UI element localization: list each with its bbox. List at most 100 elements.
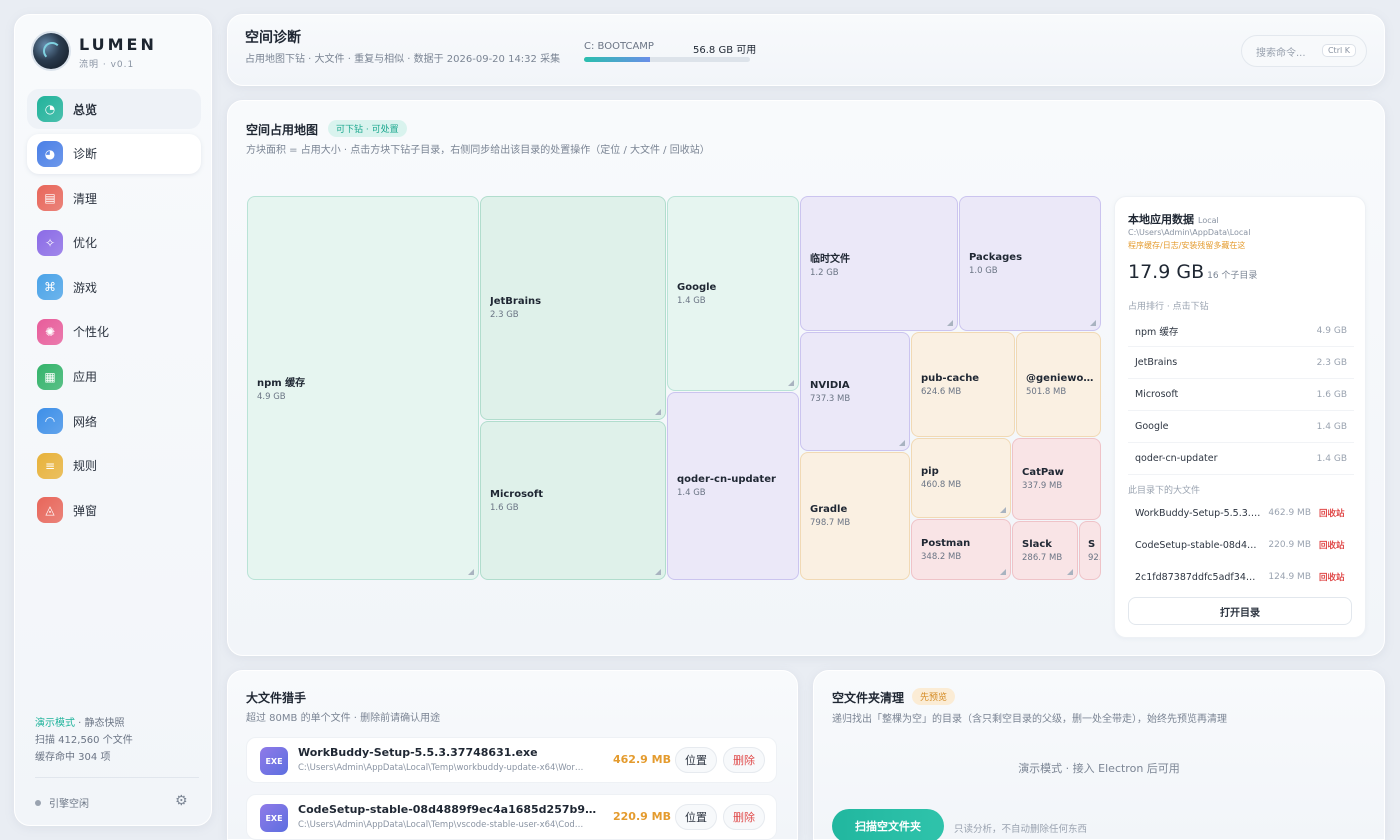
drilldown-corner-icon: [1090, 320, 1096, 326]
delete-button[interactable]: 删除: [723, 804, 765, 830]
tile-name: pub-cache: [921, 372, 980, 384]
sidebar-item-4[interactable]: ⌘ 游戏: [27, 267, 201, 307]
sidebar-item-label: 弹窗: [73, 503, 98, 518]
locate-button[interactable]: 位置: [675, 747, 717, 773]
detail-title-text: 本地应用数据: [1128, 213, 1194, 226]
delete-button[interactable]: 删除: [723, 747, 765, 773]
sidebar-item-3[interactable]: ✧ 优化: [27, 223, 201, 263]
treemap-tile[interactable]: pub-cache 624.6 MB: [911, 332, 1015, 437]
rank-row[interactable]: qoder-cn-updater 1.4 GB: [1128, 443, 1354, 475]
sidebar: LUMEN 流明 · v0.1 ◔ 总览 ◕ 诊断 ▤ 清理 ✧ 优化 ⌘ 游戏 ✺ 个性化 ▦ 应用 ◠ 网…: [14, 14, 212, 826]
status-dot-icon: [35, 799, 41, 806]
rank-size: 4.9 GB: [1316, 325, 1347, 336]
tile-size: 1.4 GB: [677, 488, 706, 498]
treemap-tile[interactable]: Microsoft 1.6 GB: [480, 421, 666, 580]
sidebar-item-8[interactable]: ≡ 规则: [27, 446, 201, 486]
treemap-tile[interactable]: Postman 348.2 MB: [911, 519, 1011, 580]
rank-row[interactable]: Google 1.4 GB: [1128, 411, 1354, 443]
rank-list: npm 缓存 4.9 GB JetBrains 2.3 GB Microsoft 1.6 …: [1128, 315, 1354, 475]
rank-size: 2.3 GB: [1316, 357, 1347, 368]
speedometer-icon: ◔: [37, 96, 63, 122]
sidebar-item-1[interactable]: ◕ 诊断: [27, 133, 201, 174]
drilldown-corner-icon: [655, 409, 661, 415]
tile-size: 1.6 GB: [490, 502, 519, 513]
treemap-tile[interactable]: CatPaw 337.9 MB: [1012, 438, 1101, 520]
sidebar-item-5[interactable]: ✺ 个性化: [27, 312, 201, 352]
tile-name: Google: [677, 281, 717, 293]
treemap-tile[interactable]: pip 460.8 MB: [911, 438, 1011, 518]
scan-empty-folders-button[interactable]: 扫描空文件夹: [832, 809, 944, 840]
tile-name: qoder-cn-updater: [677, 474, 776, 485]
brand-subtitle: 流明 · v0.1: [79, 60, 135, 70]
sidebar-nav: ◔ 总览 ◕ 诊断 ▤ 清理 ✧ 优化 ⌘ 游戏 ✺ 个性化 ▦ 应用 ◠ 网络 ≡ 规则 ◬ 弹窗: [27, 89, 201, 535]
recycle-button[interactable]: 回收站: [1319, 571, 1345, 583]
open-folder-button[interactable]: 打开目录: [1128, 597, 1352, 625]
engine-status: 引擎空闲: [35, 795, 89, 810]
tile-size: 460.8 MB: [921, 480, 962, 490]
detail-path: C:\Users\Admin\AppData\Local: [1128, 228, 1251, 237]
sidebar-item-label: 诊断: [73, 147, 98, 162]
shortcut-badge: Ctrl K: [1321, 44, 1356, 57]
treemap-tile[interactable]: Gradle 798.7 MB: [800, 452, 910, 580]
tile-name: CatPaw: [1022, 467, 1064, 478]
detail-big-file-row: CodeSetup-stable-08d48… 220.9 MB 回收站: [1128, 529, 1354, 561]
tile-name: @geniewo…: [1026, 372, 1094, 384]
recycle-button[interactable]: 回收站: [1319, 507, 1345, 519]
sidebar-item-label: 规则: [73, 459, 98, 474]
exe-file-icon: EXE: [260, 747, 288, 775]
treemap-tile[interactable]: NVIDIA 737.3 MB: [800, 332, 910, 451]
locate-button[interactable]: 位置: [675, 804, 717, 830]
rank-size: 1.6 GB: [1316, 389, 1347, 400]
demo-mode-label: 演示模式: [35, 718, 75, 729]
rank-row[interactable]: Microsoft 1.6 GB: [1128, 379, 1354, 411]
bell-off-icon: ◬: [37, 497, 63, 524]
detail-title: 本地应用数据 Local: [1128, 211, 1219, 227]
treemap-tile[interactable]: S 92.… MB: [1079, 521, 1101, 580]
sidebar-item-9[interactable]: ◬ 弹窗: [27, 490, 201, 530]
file-size: 462.9 MB: [613, 753, 671, 766]
folder-detail-card: 本地应用数据 Local C:\Users\Admin\AppData\Local…: [1114, 196, 1366, 638]
pie-chart-icon: ◕: [37, 140, 63, 167]
tile-size: 92.… MB: [1088, 552, 1100, 563]
drive-usage-fill: [584, 57, 651, 62]
rank-row[interactable]: npm 缓存 4.9 GB: [1128, 315, 1354, 347]
tile-size: 1.2 GB: [810, 267, 839, 278]
empty-folder-title: 空文件夹清理: [832, 691, 905, 705]
treemap-tile[interactable]: Google 1.4 GB: [667, 196, 799, 391]
tile-size: 798.7 MB: [810, 518, 851, 528]
brand-name: LUMEN: [79, 35, 157, 54]
big-file-name: CodeSetup-stable-08d48…: [1135, 539, 1261, 551]
treemap-tile[interactable]: qoder-cn-updater 1.4 GB: [667, 392, 799, 580]
rank-row[interactable]: JetBrains 2.3 GB: [1128, 347, 1354, 379]
tile-size: 1.4 GB: [677, 295, 706, 306]
treemap-tile[interactable]: 临时文件 1.2 GB: [800, 196, 958, 331]
treemap-tile[interactable]: Packages 1.0 GB: [959, 196, 1101, 331]
rank-size: 1.4 GB: [1316, 421, 1347, 432]
wifi-icon: ◠: [37, 408, 63, 435]
recycle-button[interactable]: 回收站: [1319, 539, 1345, 551]
sidebar-item-6[interactable]: ▦ 应用: [27, 357, 201, 397]
treemap-tile[interactable]: npm 缓存 4.9 GB: [247, 196, 479, 580]
rank-name: Google: [1135, 421, 1169, 432]
command-search-input[interactable]: 搜索命令... Ctrl K: [1241, 35, 1367, 67]
sidebar-item-2[interactable]: ▤ 清理: [27, 178, 201, 218]
sidebar-item-0[interactable]: ◔ 总览: [27, 89, 201, 129]
treemap-tile[interactable]: @geniewo… 501.8 MB: [1016, 332, 1101, 437]
treemap-tile[interactable]: JetBrains 2.3 GB: [480, 196, 666, 420]
gear-icon[interactable]: ⚙: [175, 793, 188, 809]
drilldown-corner-icon: [899, 440, 905, 446]
detail-big-file-row: 2c1fd87387ddfc5adf345d… 124.9 MB 回收站: [1128, 561, 1354, 593]
scanned-count: 扫描 412,560 个文件: [35, 735, 133, 746]
empty-folder-badge: 先预览: [912, 688, 956, 705]
tile-size: 4.9 GB: [257, 392, 286, 402]
palette-icon: ✺: [37, 318, 63, 345]
file-path: C:\Users\Admin\AppData\Local\Temp\vscode…: [298, 820, 584, 830]
tile-name: npm 缓存: [257, 378, 306, 389]
big-file-desc: 超过 80MB 的单个文件 · 删除前请确认用途: [246, 713, 441, 724]
big-file-name: WorkBuddy-Setup-5.5.3.3…: [1135, 507, 1261, 519]
treemap-tile[interactable]: Slack 286.7 MB: [1012, 521, 1078, 580]
big-file-name: 2c1fd87387ddfc5adf345d…: [1135, 571, 1261, 583]
tile-name: Gradle: [810, 504, 848, 515]
sidebar-item-7[interactable]: ◠ 网络: [27, 401, 201, 441]
rank-name: JetBrains: [1135, 357, 1178, 368]
